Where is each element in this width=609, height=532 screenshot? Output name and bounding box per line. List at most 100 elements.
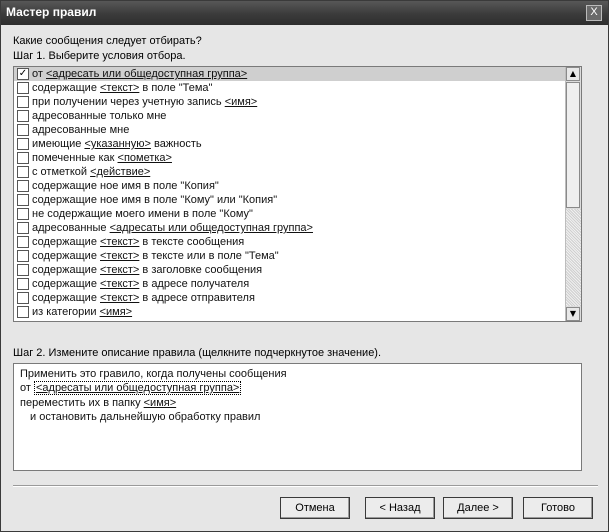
condition-row[interactable]: ✓ от <адресать или общедоступная группа>	[14, 67, 565, 81]
condition-row[interactable]: содержащие <текст> в тексте сообщения	[14, 235, 565, 249]
condition-value-link[interactable]: <указанную>	[84, 138, 150, 150]
condition-label: от	[32, 68, 46, 80]
desc-line-1: Применить это гравило, когда получены со…	[20, 368, 287, 380]
condition-checkbox[interactable]	[17, 166, 29, 178]
condition-label: с отметкой	[32, 166, 91, 178]
cancel-button[interactable]: Отмена	[280, 497, 350, 519]
condition-value-link[interactable]: <пометка>	[118, 152, 172, 164]
condition-checkbox[interactable]	[17, 222, 29, 234]
condition-label: содержащие ное имя в поле "Копия"	[32, 180, 219, 192]
condition-row[interactable]: содержащие <текст> в адресе получателя	[14, 277, 565, 291]
condition-text: содержащие ное имя в поле "Копия"	[32, 179, 219, 193]
desc-folder-link[interactable]: <имя>	[144, 397, 177, 409]
desc-from-text: от	[20, 382, 34, 394]
condition-text: содержащие ное имя в поле "Кому" или "Ко…	[32, 193, 277, 207]
condition-label-suffix: важность	[150, 138, 202, 150]
desc-line-4: и остановить дальнейшую обработку правил	[30, 411, 261, 423]
condition-text: адресованные мне	[32, 123, 129, 137]
condition-label: содержащие	[32, 82, 100, 94]
condition-row[interactable]: содержащие <текст> в поле "Тема"	[14, 81, 565, 95]
scroll-track[interactable]	[566, 209, 581, 306]
condition-checkbox[interactable]	[17, 236, 29, 248]
condition-row[interactable]: не содержащие моего имени в поле "Кому"	[14, 207, 565, 221]
condition-value-link[interactable]: <имя>	[225, 96, 258, 108]
scroll-up-arrow-icon[interactable]: ▲	[566, 67, 580, 81]
condition-value-link[interactable]: <действие>	[90, 166, 150, 178]
condition-value-link[interactable]: <адресать или общедоступная группа>	[46, 68, 247, 80]
step2-label: Шаг 2. Измените описание правила (щелкни…	[13, 347, 382, 359]
condition-value-link[interactable]: <текст>	[100, 264, 139, 276]
condition-label: адресованные только мне	[32, 110, 167, 122]
close-button[interactable]: X	[586, 5, 602, 21]
condition-value-link[interactable]: <текст>	[100, 82, 139, 94]
condition-checkbox[interactable]	[17, 152, 29, 164]
rules-wizard-window: Мастер правил X Какие сообщения следует …	[0, 0, 609, 532]
condition-row[interactable]: помеченные как <пометка>	[14, 151, 565, 165]
scroll-down-arrow-icon[interactable]: ▼	[566, 307, 580, 321]
finish-button[interactable]: Готово	[523, 497, 593, 519]
condition-row[interactable]: содержащие <текст> в заголовке сообщения	[14, 263, 565, 277]
conditions-list[interactable]: ✓ от <адресать или общедоступная группа> с…	[13, 66, 582, 322]
condition-label: содержащие	[32, 264, 100, 276]
condition-checkbox[interactable]	[17, 138, 29, 150]
condition-label: содержащие	[32, 292, 100, 304]
condition-text: имеющие <указанную> важность	[32, 137, 202, 151]
condition-checkbox[interactable]	[17, 278, 29, 290]
condition-checkbox[interactable]	[17, 208, 29, 220]
condition-label: имеющие	[32, 138, 85, 150]
condition-text: содержащие <текст> в тексте сообщения	[32, 235, 244, 249]
condition-label-suffix: в поле "Тема"	[139, 82, 213, 94]
condition-text: адресованные <адресаты или общедоступная…	[32, 221, 313, 235]
condition-text: содержащие <текст> в адресе отправителя	[32, 291, 255, 305]
condition-row[interactable]: из категории <имя>	[14, 305, 565, 319]
condition-checkbox[interactable]	[17, 292, 29, 304]
condition-checkbox[interactable]	[17, 194, 29, 206]
condition-checkbox[interactable]	[17, 110, 29, 122]
condition-checkbox[interactable]: ✓	[17, 68, 29, 80]
scroll-thumb[interactable]	[566, 82, 580, 208]
condition-text: при получении через учетную запись <имя>	[32, 95, 257, 109]
question-label: Какие сообщения следует отбирать?	[13, 35, 202, 47]
condition-value-link[interactable]: <адресаты или общедоступная группа>	[110, 222, 313, 234]
condition-value-link[interactable]: <текст>	[100, 278, 139, 290]
condition-text: из категории <имя>	[32, 305, 132, 319]
title-bar[interactable]: Мастер правил X	[1, 1, 608, 25]
rule-description-box: Применить это гравило, когда получены со…	[13, 363, 582, 471]
condition-checkbox[interactable]	[17, 180, 29, 192]
next-button[interactable]: Далее >	[443, 497, 513, 519]
conditions-rows: ✓ от <адресать или общедоступная группа> с…	[14, 67, 565, 319]
condition-label: содержащие	[32, 250, 100, 262]
condition-value-link[interactable]: <имя>	[100, 306, 133, 318]
condition-row[interactable]: содержащие <текст> в тексте или в поле "…	[14, 249, 565, 263]
back-button[interactable]: < Назад	[365, 497, 435, 519]
condition-row[interactable]: с отметкой <действие>	[14, 165, 565, 179]
condition-text: содержащие <текст> в адресе получателя	[32, 277, 249, 291]
condition-checkbox[interactable]	[17, 264, 29, 276]
condition-row[interactable]: имеющие <указанную> важность	[14, 137, 565, 151]
condition-value-link[interactable]: <текст>	[100, 292, 139, 304]
condition-row[interactable]: адресованные <адресаты или общедоступная…	[14, 221, 565, 235]
condition-checkbox[interactable]	[17, 250, 29, 262]
condition-checkbox[interactable]	[17, 124, 29, 136]
condition-label-suffix: в адресе получателя	[139, 278, 250, 290]
condition-text: с отметкой <действие>	[32, 165, 150, 179]
condition-checkbox[interactable]	[17, 96, 29, 108]
condition-text: от <адресать или общедоступная группа>	[32, 67, 247, 81]
separator	[13, 485, 598, 487]
desc-sender-link[interactable]: <адресаты или общедоступная группа>	[33, 381, 242, 395]
condition-checkbox[interactable]	[17, 306, 29, 318]
condition-label-suffix: в тексте или в поле "Тема"	[139, 250, 279, 262]
condition-row[interactable]: при получении через учетную запись <имя>	[14, 95, 565, 109]
condition-label: содержащие	[32, 236, 100, 248]
condition-row[interactable]: адресованные мне	[14, 123, 565, 137]
condition-label: адресованные	[32, 222, 110, 234]
condition-checkbox[interactable]	[17, 82, 29, 94]
condition-value-link[interactable]: <текст>	[100, 250, 139, 262]
condition-row[interactable]: адресованные только мне	[14, 109, 565, 123]
condition-value-link[interactable]: <текст>	[100, 236, 139, 248]
condition-row[interactable]: содержащие ное имя в поле "Копия"	[14, 179, 565, 193]
desc-move-text: переместить их в папку	[20, 397, 144, 409]
conditions-scrollbar[interactable]: ▲ ▼	[565, 67, 581, 321]
condition-row[interactable]: содержащие <текст> в адресе отправителя	[14, 291, 565, 305]
condition-row[interactable]: содержащие ное имя в поле "Кому" или "Ко…	[14, 193, 565, 207]
